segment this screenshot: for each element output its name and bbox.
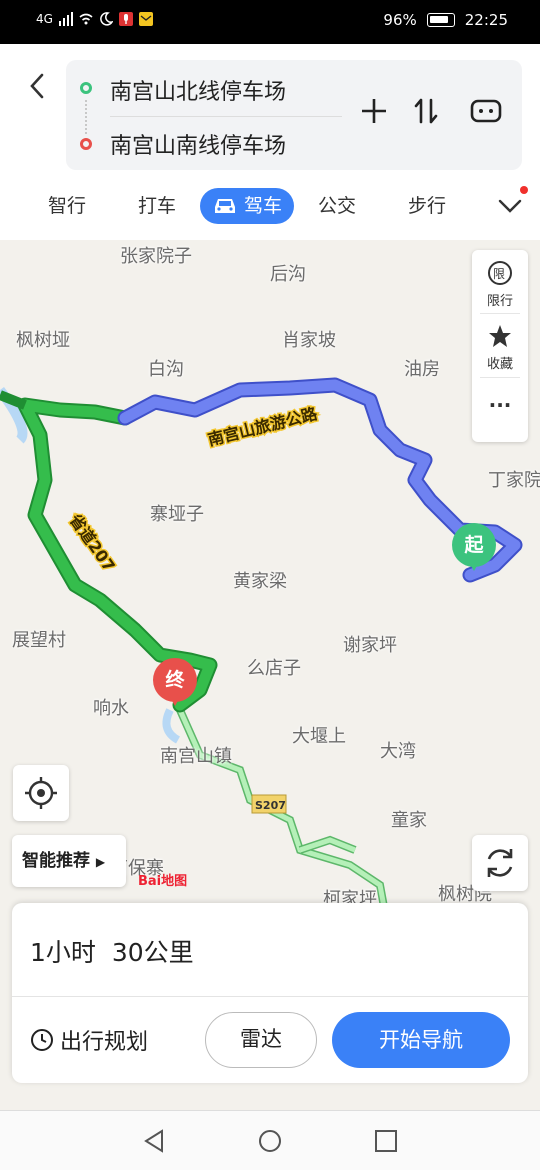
clock-icon — [31, 1029, 53, 1051]
start-marker-tail — [466, 557, 482, 571]
end-dot-icon — [80, 138, 92, 150]
refresh-icon — [487, 849, 513, 877]
limit-icon: 限 — [488, 261, 512, 285]
more-tools-button[interactable]: ··· — [472, 393, 528, 417]
add-waypoint-button[interactable] — [356, 96, 392, 132]
route-options-button[interactable] — [468, 96, 504, 132]
route-summary: 1小时 30公里 — [30, 933, 194, 969]
smart-recommend-button[interactable]: 智能推荐 ▶ — [12, 835, 126, 887]
star-icon — [489, 325, 511, 347]
status-right: 96% 22:25 — [383, 11, 508, 29]
home-circle-icon[interactable] — [256, 1127, 284, 1155]
notification-dot — [520, 186, 528, 194]
start-navigation-button[interactable]: 开始导航 — [332, 1012, 510, 1068]
place-label[interactable]: 枫树垭 — [16, 326, 70, 352]
place-label[interactable]: 展望村 — [12, 626, 66, 652]
signal-icon — [58, 12, 73, 26]
mail-icon — [138, 12, 153, 26]
route-divider — [110, 116, 342, 117]
more-modes-button[interactable] — [496, 192, 524, 220]
network-type: 4G — [36, 12, 53, 26]
card-divider — [12, 996, 528, 997]
favorite-label: 收藏 — [486, 357, 513, 372]
tab-smart[interactable]: 智行 — [48, 188, 86, 224]
swap-route-button[interactable] — [408, 96, 444, 132]
moon-icon — [100, 12, 113, 26]
baidu-map-logo: Bai地图 — [138, 874, 188, 889]
start-marker[interactable]: 起 — [452, 523, 496, 579]
place-label[interactable]: 后沟 — [270, 260, 306, 286]
route-summary-card: 1小时 30公里 出行规划 雷达 开始导航 — [12, 903, 528, 1083]
place-label[interactable]: 寨垭子 — [150, 500, 204, 526]
car-icon — [215, 199, 235, 213]
favorite-button[interactable]: 收藏 — [472, 323, 528, 372]
transport-tabs: 智行 打车 驾车 公交 步行 — [0, 184, 540, 228]
provincial-road-label: 省道207 — [65, 510, 119, 575]
tab-walk[interactable]: 步行 — [408, 188, 446, 224]
place-label[interactable]: 响水 — [93, 694, 129, 720]
place-label[interactable]: 张家院子 — [120, 242, 192, 268]
tab-drive-label: 驾车 — [244, 195, 283, 217]
chevron-left-icon — [30, 73, 44, 99]
chevron-down-icon — [498, 199, 522, 213]
plus-icon — [362, 99, 386, 123]
trip-plan-label: 出行规划 — [60, 1030, 149, 1055]
wifi-icon — [79, 13, 93, 25]
place-label[interactable]: 南宫山镇 — [160, 742, 232, 768]
duration: 1小时 — [30, 938, 96, 967]
back-button[interactable] — [22, 66, 52, 106]
recorder-icon — [118, 12, 133, 26]
divider — [480, 377, 520, 378]
locate-icon — [25, 777, 57, 809]
battery-percent: 96% — [383, 11, 417, 29]
locate-button[interactable] — [13, 765, 69, 821]
map-side-tools: 限 限行 收藏 ··· — [472, 250, 528, 442]
recents-square-icon[interactable] — [372, 1127, 400, 1155]
end-marker[interactable]: 终 — [153, 658, 197, 714]
triangle-right-icon: ▶ — [95, 855, 106, 869]
limit-label: 限行 — [486, 294, 513, 309]
options-icon — [470, 99, 502, 123]
end-marker-tail — [167, 692, 183, 706]
tourist-road-label: 南宫山旅游公路 — [206, 404, 320, 450]
smart-recommend-label: 智能推荐 — [22, 851, 90, 871]
battery-icon — [426, 13, 455, 27]
place-label[interactable]: 丁家院 — [488, 466, 540, 492]
place-label[interactable]: 么店子 — [247, 654, 301, 680]
place-label[interactable]: 油房 — [404, 355, 440, 381]
tab-taxi[interactable]: 打车 — [138, 188, 176, 224]
traffic-limit-button[interactable]: 限 限行 — [472, 260, 528, 309]
place-label[interactable]: 大湾 — [380, 737, 416, 763]
place-label[interactable]: 肖家坡 — [282, 326, 336, 352]
end-location-field[interactable]: 南宫山南线停车场 — [110, 128, 286, 160]
distance: 30公里 — [111, 938, 194, 967]
route-connector — [85, 100, 87, 134]
place-label[interactable]: 大堰上 — [292, 722, 346, 748]
tab-bus[interactable]: 公交 — [318, 188, 356, 224]
route-input-box: 南宫山北线停车场 南宫山南线停车场 — [66, 60, 522, 170]
svg-text:限: 限 — [493, 267, 505, 281]
system-nav-bar — [0, 1110, 540, 1170]
status-bar: 4G 96% 22:25 — [0, 0, 540, 44]
trip-plan-button[interactable]: 出行规划 — [30, 1023, 148, 1057]
route-panel: 南宫山北线停车场 南宫山南线停车场 智行 打车 驾车 公交 步行 — [0, 44, 540, 240]
river-icon — [162, 708, 181, 744]
back-triangle-icon[interactable] — [140, 1127, 168, 1155]
status-left: 4G — [36, 12, 153, 26]
tab-drive[interactable]: 驾车 — [200, 188, 295, 224]
place-label[interactable]: 谢家坪 — [343, 631, 397, 657]
s207-badge-text: S207 — [255, 799, 286, 812]
place-label[interactable]: 黄家梁 — [233, 567, 287, 593]
place-label[interactable]: 童家 — [391, 806, 427, 832]
divider — [480, 313, 520, 314]
refresh-route-button[interactable] — [472, 835, 528, 891]
swap-icon — [414, 98, 438, 124]
place-label[interactable]: 白沟 — [148, 355, 184, 381]
clock: 22:25 — [464, 11, 508, 29]
start-dot-icon — [80, 82, 92, 94]
radar-button[interactable]: 雷达 — [205, 1012, 317, 1068]
start-location-field[interactable]: 南宫山北线停车场 — [110, 74, 286, 106]
